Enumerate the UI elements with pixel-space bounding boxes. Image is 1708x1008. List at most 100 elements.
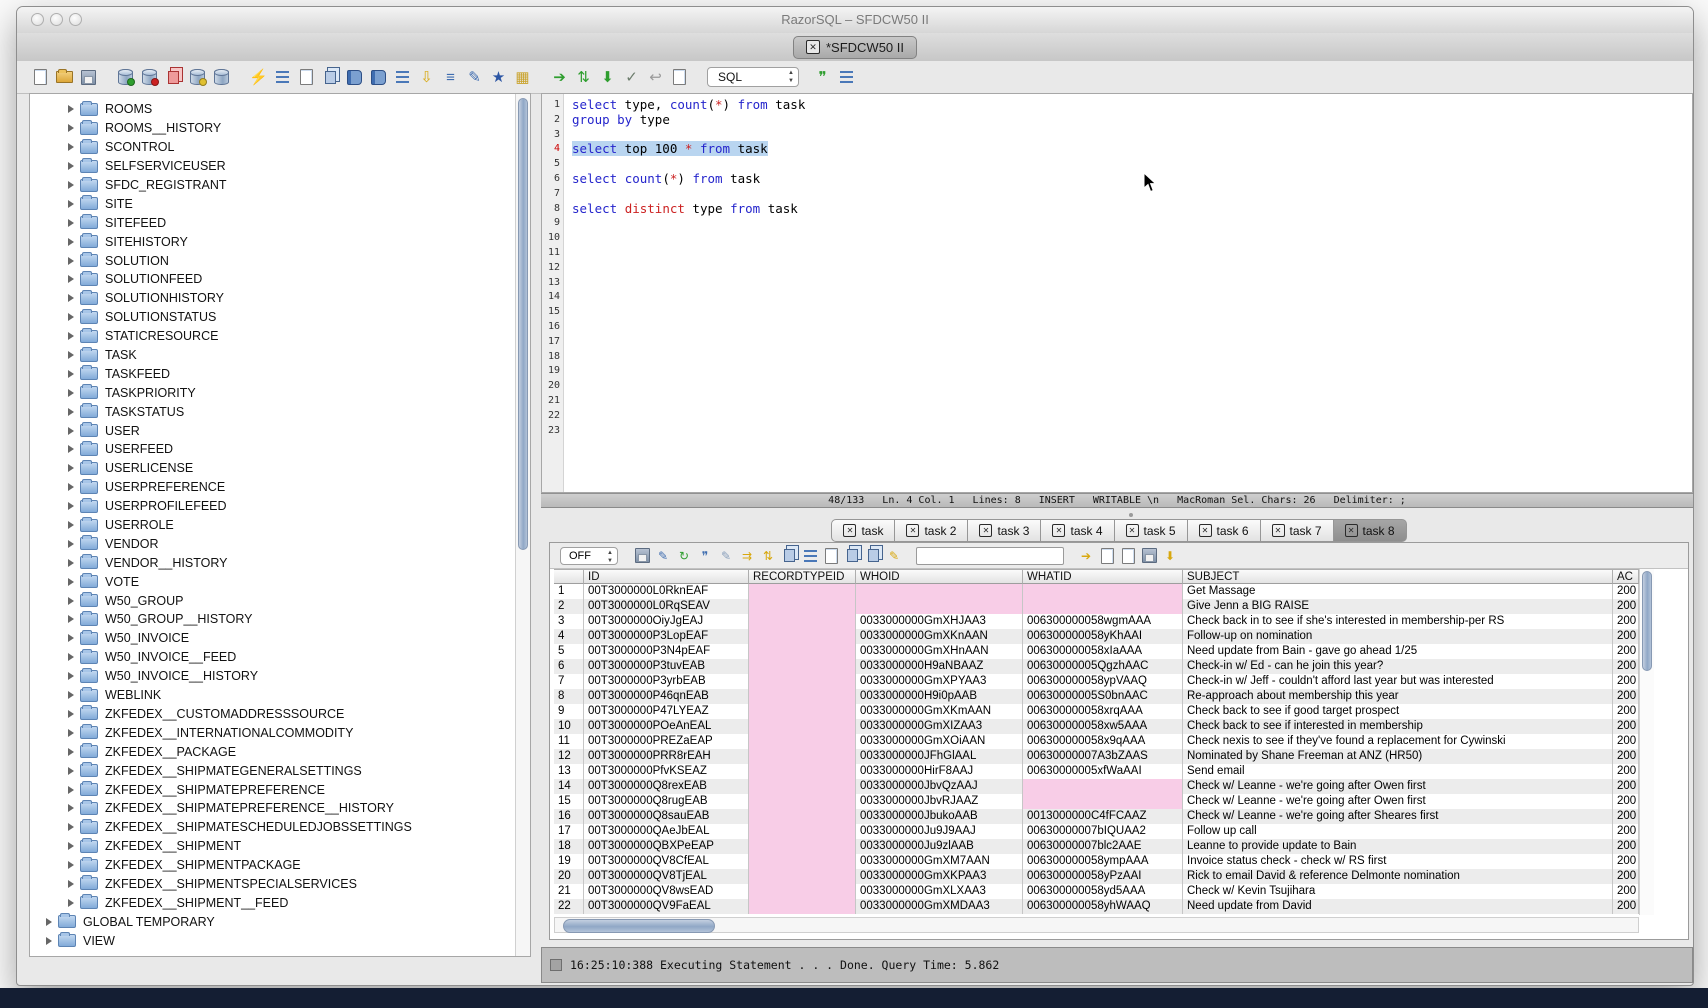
cell-recordtypeid[interactable] [749,779,856,794]
cell-recordtypeid[interactable] [749,839,856,854]
tree-item[interactable]: SCONTROL [30,138,514,157]
page-view-icon[interactable] [823,548,839,564]
cell-whoid[interactable]: 0033000000GmXLXAA3 [856,884,1023,899]
disclosure-triangle-icon[interactable] [68,672,74,680]
disclosure-triangle-icon[interactable] [68,351,74,359]
code-line[interactable] [572,261,1678,276]
favorites-star-icon[interactable]: ★ [489,68,508,87]
tree-item[interactable]: ZKFEDEX__SHIPMATEGENERALSETTINGS [30,761,514,780]
add-page-icon[interactable] [1099,548,1115,564]
disclosure-triangle-icon[interactable] [68,540,74,548]
disclosure-triangle-icon[interactable] [68,408,74,416]
disclosure-triangle-icon[interactable] [68,219,74,227]
tree-item[interactable]: W50_GROUP__HISTORY [30,610,514,629]
disclosure-triangle-icon[interactable] [68,691,74,699]
cell-id[interactable]: 00T3000000QV8CfEAL [584,854,749,869]
save-results-icon[interactable] [634,548,650,564]
cell-num[interactable]: 6 [554,659,584,674]
column-header-recordtypeid[interactable]: RECORDTYPEID [749,569,856,584]
cell-subject[interactable]: Check nexis to see if they've found a re… [1183,734,1613,749]
tree-item[interactable]: ZKFEDEX__SHIPMENT [30,837,514,856]
cell-ac[interactable]: 200 [1613,899,1639,914]
code-line[interactable] [572,290,1678,305]
copy-grid-icon[interactable] [865,548,881,564]
cell-id[interactable]: 00T3000000Q8rugEAB [584,794,749,809]
tree-item[interactable]: SITEHISTORY [30,232,514,251]
view-log-icon[interactable] [670,68,689,87]
cell-whatid[interactable]: 006300000058xw5AAA [1023,719,1183,734]
cell-whoid[interactable] [856,584,1023,599]
table-row[interactable]: 300T3000000OiyJgEAJ0033000000GmXHJAA3006… [554,614,1639,629]
tree-item[interactable]: USERFEED [30,440,514,459]
close-tab-icon[interactable]: ✕ [843,524,856,537]
cell-subject[interactable]: Check-in w/ Jeff - couldn't afford last … [1183,674,1613,689]
code-line[interactable]: select count(*) from task [572,172,1678,187]
table-row[interactable]: 1400T3000000Q8rexEAB0033000000JbvQzAAJCh… [554,779,1639,794]
cell-subject[interactable]: Rick to email David & reference Delmonte… [1183,869,1613,884]
cell-ac[interactable]: 200 [1613,599,1639,614]
format-sql-icon[interactable]: ✎ [465,68,484,87]
tree-item[interactable]: ZKFEDEX__PACKAGE [30,742,514,761]
grid-vertical-scrollbar[interactable] [1639,569,1654,915]
cell-whoid[interactable] [856,599,1023,614]
tree-item[interactable]: TASKSTATUS [30,402,514,421]
disclosure-triangle-icon[interactable] [68,710,74,718]
tree-item[interactable]: ZKFEDEX__SHIPMATEPREFERENCE__HISTORY [30,799,514,818]
tree-item[interactable]: STATICRESOURCE [30,327,514,346]
cell-id[interactable]: 00T3000000QAeJbEAL [584,824,749,839]
link-rows-icon[interactable]: ⇉ [739,548,755,564]
code-line[interactable] [572,409,1678,424]
tree-item[interactable]: ZKFEDEX__SHIPMENTSPECIALSERVICES [30,875,514,894]
disclosure-triangle-icon[interactable] [68,748,74,756]
cell-num[interactable]: 7 [554,674,584,689]
cell-whatid[interactable]: 00630000007bIQUAA2 [1023,824,1183,839]
connect-database-icon[interactable] [116,68,135,87]
tree-item[interactable]: SOLUTIONSTATUS [30,308,514,327]
table-row[interactable]: 2000T3000000QV8TjEAL0033000000GmXKPAA300… [554,869,1639,884]
cell-num[interactable]: 19 [554,854,584,869]
cell-id[interactable]: 00T3000000L0RknEAF [584,584,749,599]
cell-recordtypeid[interactable] [749,629,856,644]
cell-recordtypeid[interactable] [749,599,856,614]
disclosure-triangle-icon[interactable] [68,597,74,605]
result-tab[interactable]: ✕task 4 [1041,519,1114,542]
disclosure-triangle-icon[interactable] [68,729,74,737]
autocommit-select[interactable]: OFF ▲▼ [560,547,618,565]
cell-ac[interactable]: 200 [1613,839,1639,854]
table-row[interactable]: 500T3000000P3N4pEAF0033000000GmXHnAAN006… [554,644,1639,659]
tree-item[interactable]: SITE [30,194,514,213]
cell-whoid[interactable]: 0033000000JbvRJAAZ [856,794,1023,809]
tree-item[interactable]: SOLUTIONFEED [30,270,514,289]
disclosure-triangle-icon[interactable] [68,464,74,472]
cell-subject[interactable]: Invoice status check - check w/ RS first [1183,854,1613,869]
cell-subject[interactable]: Give Jenn a BIG RAISE [1183,599,1613,614]
disclosure-triangle-icon[interactable] [68,823,74,831]
sync-pages-icon[interactable] [781,548,797,564]
table-row[interactable]: 1600T3000000Q8sauEAB0033000000JbukoAAB00… [554,809,1639,824]
cell-whoid[interactable]: 0033000000GmXMDAA3 [856,899,1023,914]
highlight-pen-icon[interactable]: ✎ [886,548,902,564]
cell-subject[interactable]: Check-in w/ Ed - can he join this year? [1183,659,1613,674]
cell-id[interactable]: 00T3000000P3yrbEAB [584,674,749,689]
zoom-window-button[interactable] [69,13,82,26]
checklist-icon[interactable] [802,548,818,564]
result-tab[interactable]: ✕task [831,519,895,542]
cell-id[interactable]: 00T3000000QV8TjEAL [584,869,749,884]
cell-num[interactable]: 11 [554,734,584,749]
code-line[interactable] [572,231,1678,246]
cell-recordtypeid[interactable] [749,584,856,599]
document-tab[interactable]: ✕ *SFDCW50 II [793,36,917,59]
cell-id[interactable]: 00T3000000QV9FaEAL [584,899,749,914]
tree-item[interactable]: ROOMS__HISTORY [30,119,514,138]
cell-whatid[interactable]: 006300000058yPzAAI [1023,869,1183,884]
cell-whatid[interactable]: 006300000058wgmAAA [1023,614,1183,629]
cell-num[interactable]: 20 [554,869,584,884]
cell-whoid[interactable]: 0033000000JFhGlAAL [856,749,1023,764]
code-line[interactable]: select top 100 * from task [572,142,1678,157]
cell-subject[interactable]: Get Massage [1183,584,1613,599]
cell-recordtypeid[interactable] [749,719,856,734]
last-result-icon[interactable]: ⬇ [1162,548,1178,564]
disclosure-triangle-icon[interactable] [68,427,74,435]
cell-subject[interactable]: Check back to see if interested in membe… [1183,719,1613,734]
save-file-icon[interactable] [79,68,98,87]
